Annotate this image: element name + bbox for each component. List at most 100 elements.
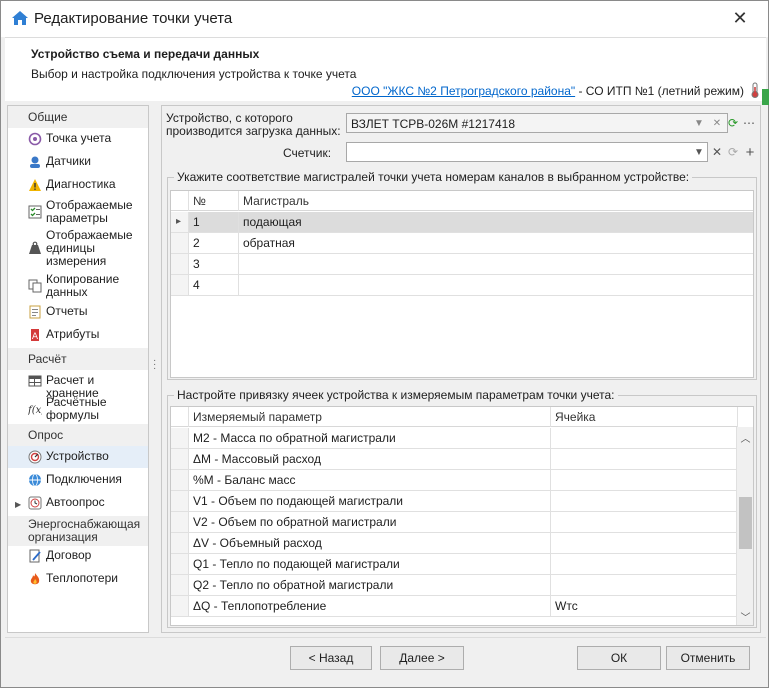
channel-line-cell[interactable]: [239, 275, 753, 296]
device-cell[interactable]: [551, 428, 738, 449]
cells-legend: Настройте привязку ячеек устройства к из…: [177, 388, 615, 402]
param-cell[interactable]: %M - Баланс масс: [189, 470, 551, 491]
row-indicator[interactable]: [171, 596, 189, 617]
organization-info: ООО "ЖКС №2 Петроградского района" - СО …: [352, 84, 744, 98]
row-indicator[interactable]: ▸: [171, 212, 189, 233]
dialog-window: Редактирование точки учета ✕ Устройство …: [0, 0, 769, 688]
device-cell[interactable]: [551, 554, 738, 575]
device-cell[interactable]: Wтс: [551, 596, 738, 617]
browse-device-button[interactable]: ⋯: [740, 113, 758, 133]
channel-line-cell[interactable]: [239, 254, 753, 275]
device-label-line1: Устройство, с которого: [166, 111, 293, 125]
param-cell[interactable]: Q1 - Тепло по подающей магистрали: [189, 554, 551, 575]
contract-icon: [29, 549, 41, 563]
chevron-down-icon[interactable]: ▼: [691, 143, 707, 161]
channel-line-cell[interactable]: подающая: [239, 212, 753, 233]
delete-icon: ✕: [711, 145, 723, 159]
channel-num-cell[interactable]: 1: [189, 212, 239, 233]
sidebar-item-label: Атрибуты: [46, 327, 100, 341]
counter-select[interactable]: ▼: [346, 142, 708, 162]
param-cell[interactable]: V1 - Объем по подающей магистрали: [189, 491, 551, 512]
sidebar-item-reports[interactable]: Отчеты: [8, 305, 148, 321]
device-cell[interactable]: [551, 512, 738, 533]
param-cell[interactable]: Q2 - Тепло по обратной магистрали: [189, 575, 551, 596]
row-indicator[interactable]: [171, 470, 189, 491]
scroll-thumb[interactable]: [739, 497, 752, 549]
device-value: ВЗЛЕТ ТСРВ-026М #1217418: [351, 117, 516, 131]
cells-header: Измеряемый параметр Ячейка: [171, 407, 738, 427]
row-indicator[interactable]: [171, 233, 189, 254]
channel-num-cell[interactable]: 3: [189, 254, 239, 275]
cells-scrollbar[interactable]: ︿ ﹀: [736, 427, 753, 625]
row-indicator[interactable]: [171, 254, 189, 275]
sidebar-item-diagnostics[interactable]: Диагностика: [8, 178, 148, 194]
add-counter-button[interactable]: +: [741, 142, 759, 162]
row-indicator[interactable]: [171, 533, 189, 554]
sidebar-item-sensors[interactable]: Датчики: [8, 155, 148, 171]
device-cell[interactable]: [551, 449, 738, 470]
sidebar-item-heatloss[interactable]: Теплопотери: [8, 572, 148, 588]
param-cell[interactable]: ΔM - Массовый расход: [189, 449, 551, 470]
row-indicator[interactable]: [171, 275, 189, 296]
attribute-icon: A: [31, 329, 39, 342]
sidebar-item-label: Отображаемые параметры: [46, 198, 133, 225]
splitter-handle[interactable]: · · ·: [153, 356, 157, 375]
channel-line-cell[interactable]: обратная: [239, 233, 753, 254]
chevron-down-icon[interactable]: ▼: [691, 114, 707, 132]
sidebar-item-label: Подключения: [46, 472, 122, 486]
channel-num-cell[interactable]: 4: [189, 275, 239, 296]
device-select[interactable]: ВЗЛЕТ ТСРВ-026М #1217418 ▼ ✕: [346, 113, 728, 133]
sidebar-item-point[interactable]: Точка учета: [8, 132, 148, 148]
column-header-cell[interactable]: Ячейка: [551, 407, 738, 427]
next-button[interactable]: Далее >: [380, 646, 464, 670]
close-button[interactable]: ✕: [729, 7, 751, 29]
clear-icon[interactable]: ✕: [709, 114, 725, 132]
sidebar-group-poll: Опрос: [8, 424, 148, 446]
sidebar-item-device[interactable]: Устройство: [8, 446, 148, 468]
row-indicator[interactable]: [171, 449, 189, 470]
cancel-button[interactable]: Отменить: [666, 646, 750, 670]
device-cell[interactable]: [551, 470, 738, 491]
sidebar-item-copy[interactable]: Копирование данных: [8, 273, 148, 301]
scroll-down-icon[interactable]: ﹀: [737, 609, 753, 624]
param-cell[interactable]: V2 - Объем по обратной магистрали: [189, 512, 551, 533]
column-header-param[interactable]: Измеряемый параметр: [189, 407, 551, 427]
globe-icon: [29, 473, 41, 487]
row-indicator[interactable]: [171, 554, 189, 575]
row-indicator[interactable]: [171, 491, 189, 512]
meter-point-name: - СО ИТП №1 (летний режим): [575, 84, 744, 98]
scroll-up-icon[interactable]: ︿: [737, 430, 753, 445]
back-button[interactable]: < Назад: [290, 646, 372, 670]
sidebar-item-label: Автоопрос: [46, 495, 105, 509]
param-cell[interactable]: M2 - Масса по обратной магистрали: [189, 428, 551, 449]
row-indicator[interactable]: [171, 428, 189, 449]
more-icon: ⋯: [743, 116, 755, 130]
column-header-num[interactable]: №: [189, 191, 239, 211]
row-indicator[interactable]: [171, 512, 189, 533]
param-cell[interactable]: ΔQ - Теплопотребление: [189, 596, 551, 617]
sidebar-item-contract[interactable]: Договор: [8, 549, 148, 565]
device-cell[interactable]: [551, 575, 738, 596]
sidebar-item-attrs[interactable]: A Атрибуты: [8, 328, 148, 344]
ok-button[interactable]: ОК: [577, 646, 661, 670]
sidebar-item-params[interactable]: Отображаемые параметры: [8, 199, 148, 227]
device-icon: [28, 450, 42, 464]
refresh-counter-button[interactable]: ⟳: [724, 142, 742, 162]
expand-arrow-icon[interactable]: ▶: [15, 498, 21, 511]
fire-icon: [30, 573, 40, 585]
row-indicator[interactable]: [171, 575, 189, 596]
organization-link[interactable]: ООО "ЖКС №2 Петроградского района": [352, 84, 575, 98]
sidebar-item-calc-store[interactable]: Расчет и хранение: [8, 374, 148, 400]
counter-label: Счетчик:: [283, 146, 332, 160]
sidebar-item-autopoll[interactable]: ▶ Автоопрос: [8, 496, 148, 512]
clock-icon: [28, 496, 42, 510]
device-cell[interactable]: [551, 491, 738, 512]
device-cell[interactable]: [551, 533, 738, 554]
sidebar-item-units[interactable]: Отображаемые единицы измерения: [8, 229, 148, 271]
weight-icon: [29, 241, 41, 254]
column-header-line[interactable]: Магистраль: [239, 191, 753, 211]
sidebar-item-connections[interactable]: Подключения: [8, 473, 148, 489]
sidebar-item-formulas[interactable]: f(x) Расчётные формулы: [8, 396, 148, 424]
channel-num-cell[interactable]: 2: [189, 233, 239, 254]
param-cell[interactable]: ΔV - Объемный расход: [189, 533, 551, 554]
